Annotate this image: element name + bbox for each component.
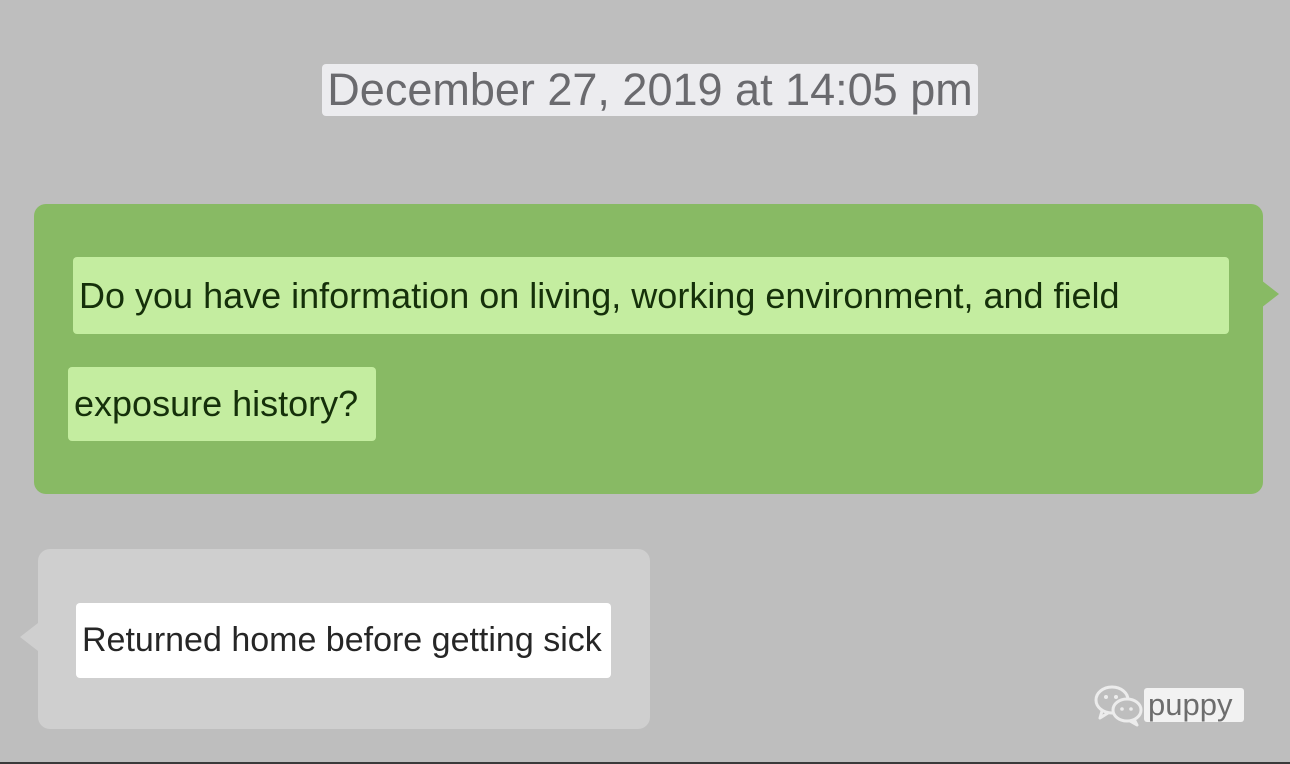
bubble-tail bbox=[20, 623, 38, 651]
message-text-line: Returned home before getting sick bbox=[76, 603, 611, 678]
incoming-message-bubble[interactable]: Returned home before getting sick bbox=[20, 549, 650, 729]
message-text-line: exposure history? bbox=[68, 367, 376, 441]
watermark-text: puppy bbox=[1144, 688, 1245, 722]
message-timestamp: December 27, 2019 at 14:05 pm bbox=[322, 64, 978, 116]
watermark: puppy bbox=[1092, 682, 1245, 728]
message-text-line: Do you have information on living, worki… bbox=[73, 257, 1229, 334]
bubble-tail bbox=[1261, 280, 1279, 308]
chat-bubbles-icon bbox=[1094, 685, 1143, 727]
outgoing-message-bubble[interactable]: Do you have information on living, worki… bbox=[34, 204, 1279, 494]
